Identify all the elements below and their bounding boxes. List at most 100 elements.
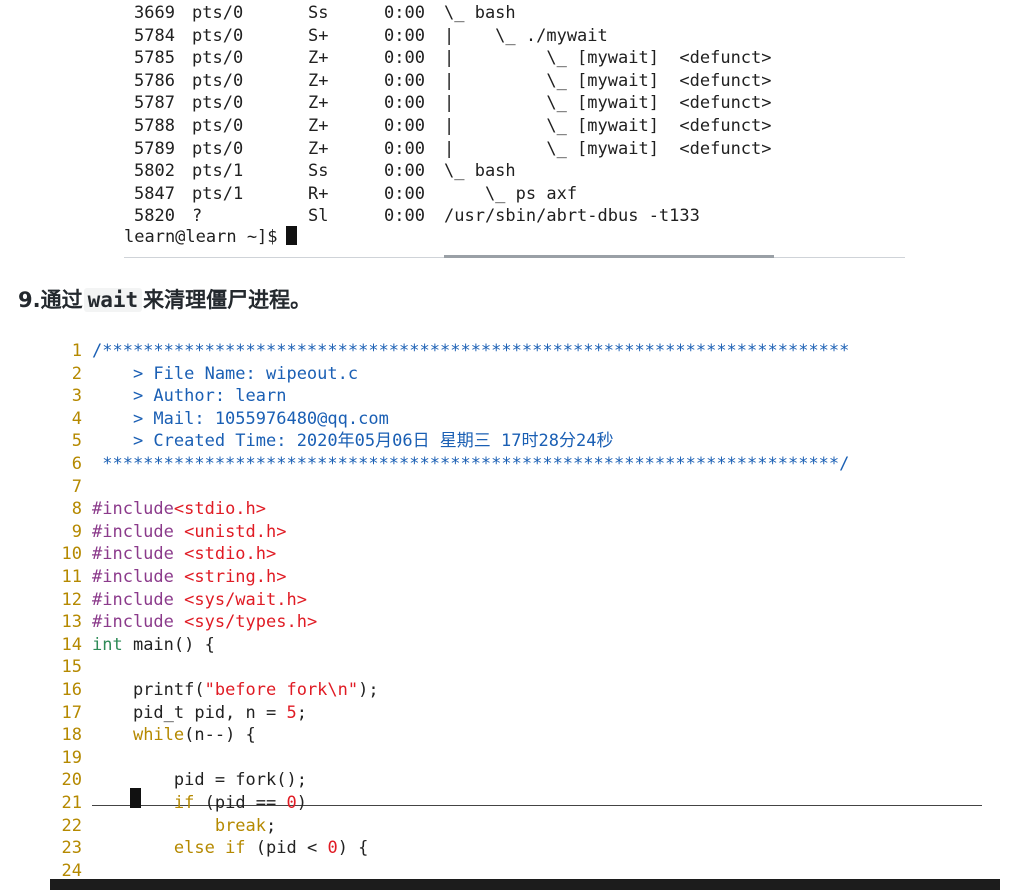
- process-time: 0:00: [384, 183, 425, 204]
- code-line: 18 while(n--) {: [50, 724, 256, 747]
- line-number: 1: [71, 341, 82, 361]
- code-line: 13 #include <sys/types.h>: [50, 611, 318, 634]
- process-time: 0:00: [384, 161, 425, 182]
- code-token: break: [214, 815, 267, 836]
- prompt-text: learn@learn ~]$: [124, 227, 278, 247]
- process-stat: Z+: [308, 48, 329, 69]
- code-line: 2 > File Name: wipeout.c: [50, 363, 358, 386]
- line-number: 14: [61, 634, 82, 655]
- code-token: pid_t pid, n =: [92, 702, 287, 723]
- code-line: 6 **************************************…: [50, 453, 850, 476]
- process-time: 0:00: [384, 48, 425, 69]
- code-line: 9 #include <unistd.h>: [50, 521, 287, 544]
- code-token: <string.h>: [184, 567, 287, 587]
- line-number: 23: [61, 838, 82, 859]
- process-pid: 5788: [134, 116, 175, 136]
- line-number: 22: [61, 815, 82, 836]
- process-command: \_ bash: [444, 3, 516, 23]
- code-token: ;: [296, 702, 307, 723]
- process-stat: Ss: [308, 3, 329, 23]
- code-line: 24: [50, 860, 92, 883]
- code-token: if: [173, 793, 195, 813]
- vim-editor-screenshot: 1 /**************************************…: [50, 338, 1000, 890]
- code-line: 17 pid_t pid, n = 5;: [50, 702, 307, 725]
- line-number: 17: [61, 702, 82, 723]
- code-token: <sys/wait.h>: [184, 589, 307, 610]
- terminal-cursor: [285, 226, 297, 245]
- code-token: 0: [327, 838, 338, 859]
- code-token: > Created Time: 2020年05月06日 星期三 17时28分24…: [92, 431, 614, 452]
- line-number: 4: [71, 408, 82, 429]
- code-line: 15: [50, 656, 92, 679]
- line-number: 9: [71, 521, 82, 542]
- process-pid: 5787: [134, 93, 175, 114]
- code-token: printf(: [92, 680, 205, 700]
- code-token: <stdio.h>: [184, 544, 277, 565]
- code-line: 4 > Mail: 1055976480@qq.com: [50, 408, 389, 431]
- code-token: while: [132, 725, 185, 746]
- process-command: \_ ps axf: [444, 183, 578, 204]
- process-tty: pts/0: [192, 25, 244, 46]
- code-token: > Author: learn: [92, 386, 287, 407]
- line-number: 18: [61, 725, 82, 746]
- code-token: <stdio.h>: [173, 499, 267, 520]
- process-tty: pts/1: [192, 183, 244, 204]
- process-tty: pts/1: [192, 161, 244, 182]
- code-token: #include: [92, 544, 185, 565]
- process-stat: S+: [308, 25, 329, 46]
- process-tty: pts/0: [192, 116, 244, 136]
- code-line: 10 #include <stdio.h>: [50, 543, 277, 566]
- code-token: else if: [173, 838, 246, 859]
- line-number: 24: [61, 860, 82, 881]
- code-line: 21 if (pid == 0): [50, 792, 307, 815]
- process-command: | \_ [mywait] <defunct>: [444, 48, 772, 69]
- process-command: | \_ [mywait] <defunct>: [444, 93, 772, 114]
- code-token: );: [358, 680, 379, 700]
- heading-suffix: 来清理僵尸进程。: [143, 288, 312, 312]
- process-stat: Z+: [308, 93, 329, 114]
- process-command: \_ bash: [444, 161, 516, 182]
- line-number: 16: [61, 680, 82, 700]
- terminal-screenshot: 3669 pts/0 Ss 0:00 \_ bash 5784 pts/0 S+ 0:00 | \…: [120, 0, 905, 262]
- code-token: pid = fork();: [92, 770, 307, 791]
- process-pid: 5789: [134, 138, 175, 159]
- line-number: 5: [71, 431, 82, 452]
- process-time: 0:00: [384, 3, 425, 23]
- code-line: 11 #include <string.h>: [50, 566, 287, 589]
- process-tty: pts/0: [192, 93, 244, 114]
- code-line: 16 printf("before fork\n");: [50, 679, 379, 702]
- code-line: 3 > Author: learn: [50, 385, 287, 408]
- heading-prefix: 9.通过: [18, 288, 83, 312]
- line-number: 3: [71, 386, 82, 407]
- process-command: | \_ [mywait] <defunct>: [444, 116, 772, 136]
- code-token: #include: [92, 499, 174, 520]
- process-tty: pts/0: [192, 70, 244, 91]
- process-pid: 5786: [134, 70, 175, 91]
- process-command: | \_ [mywait] <defunct>: [444, 138, 772, 159]
- line-number: 15: [61, 657, 82, 678]
- code-token: ) {: [337, 838, 369, 859]
- code-token: 5: [286, 702, 297, 723]
- code-line: 23 else if (pid < 0) {: [50, 837, 369, 860]
- process-tty: pts/0: [192, 3, 244, 23]
- process-tty: ?: [192, 206, 203, 227]
- line-number: 19: [61, 747, 82, 768]
- process-pid: 5802: [134, 161, 175, 182]
- code-line: 20 pid = fork();: [50, 769, 307, 792]
- code-line: 19: [50, 747, 92, 770]
- process-tty: pts/0: [192, 138, 244, 159]
- code-token: #include: [92, 612, 185, 633]
- code-token: 0: [286, 793, 297, 813]
- terminal-scrollbar: [444, 255, 774, 258]
- code-line: 5 > Created Time: 2020年05月06日 星期三 17时28分…: [50, 430, 614, 453]
- code-token: ): [296, 793, 307, 813]
- line-number: 6: [71, 454, 82, 474]
- heading-code: wait: [83, 288, 143, 312]
- vim-status-bar: [50, 879, 1000, 890]
- process-time: 0:00: [384, 116, 425, 136]
- process-command: | \_ ./mywait: [444, 25, 608, 46]
- process-time: 0:00: [384, 70, 425, 91]
- code-token: (n--) {: [184, 725, 256, 746]
